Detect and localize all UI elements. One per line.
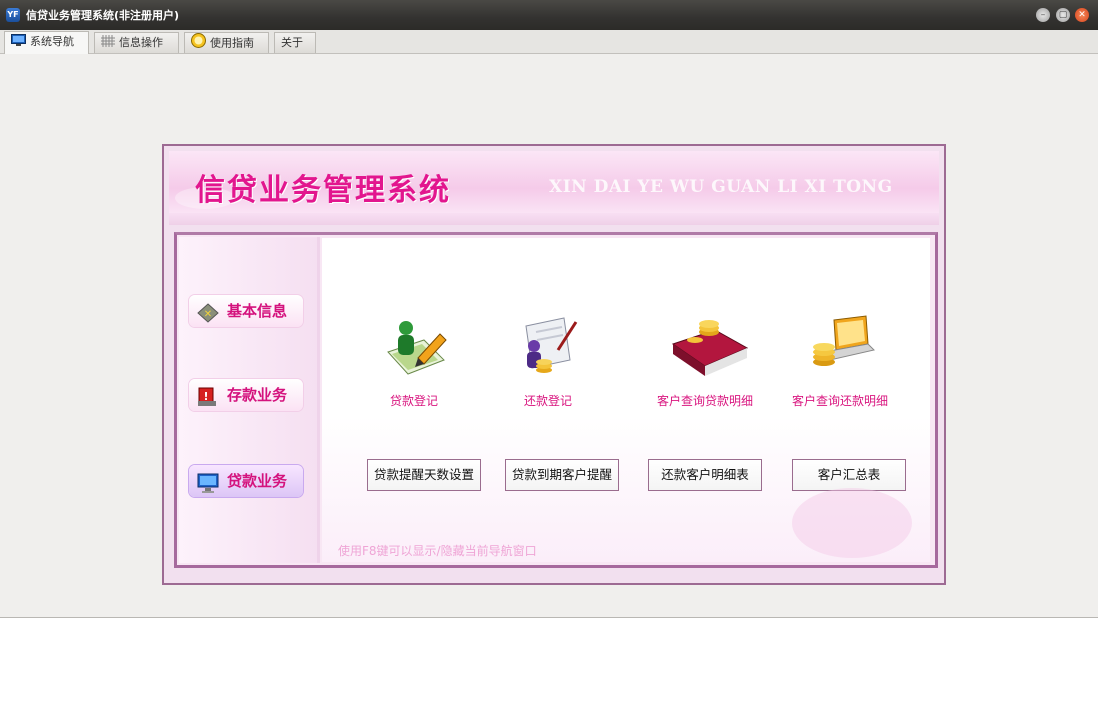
- tab-user-guide[interactable]: 使用指南: [184, 32, 269, 53]
- monitor-icon: [11, 33, 26, 52]
- f8-hint-text: 使用F8键可以显示/隐藏当前导航窗口: [338, 544, 537, 558]
- customer-summary-button[interactable]: 客户汇总表: [792, 459, 906, 491]
- repayment-register-item[interactable]: 还款登记: [483, 310, 613, 409]
- system-subtitle: XIN DAI YE WU GUAN LI XI TONG: [549, 177, 893, 197]
- function-label: 客户查询贷款明细: [656, 394, 753, 408]
- svg-text:!: !: [203, 390, 208, 403]
- content-area: 贷款登记 还款登记 客户查询贷款明细 客户查询还款明细 贷款提醒天数设置 贷款到…: [322, 238, 930, 562]
- lotus-decoration: [792, 488, 912, 558]
- repay-detail-icon[interactable]: [804, 310, 876, 382]
- app-logo-icon: YF: [6, 8, 20, 22]
- svg-text:✕: ✕: [204, 309, 212, 320]
- tab-system-nav[interactable]: 系统导航: [4, 31, 89, 54]
- tab-label: 使用指南: [210, 36, 254, 50]
- loan-register-item[interactable]: 贷款登记: [349, 310, 479, 409]
- function-label: 贷款登记: [389, 394, 438, 408]
- app-window: YF 信贷业务管理系统(非注册用户) – ▢ ✕ 系统导航 信息操作 使用指南 …: [0, 0, 1098, 618]
- sidebar-item-deposit[interactable]: ! 存款业务: [189, 379, 303, 411]
- tab-label: 系统导航: [30, 35, 74, 48]
- sidebar-item-loan[interactable]: 贷款业务: [189, 465, 303, 497]
- loan-reminder-days-button[interactable]: 贷款提醒天数设置: [367, 459, 481, 491]
- tab-bar: 系统导航 信息操作 使用指南 关于: [0, 30, 1098, 54]
- panel-header: 信贷业务管理系统 XIN DAI YE WU GUAN LI XI TONG: [169, 151, 939, 225]
- grid-icon: [101, 34, 115, 53]
- loan-due-reminder-button[interactable]: 贷款到期客户提醒: [505, 459, 619, 491]
- repayment-detail-button[interactable]: 还款客户明细表: [648, 459, 762, 491]
- minimize-button[interactable]: –: [1036, 8, 1050, 22]
- guide-icon: [191, 33, 206, 54]
- loan-detail-query-item[interactable]: 客户查询贷款明细: [640, 310, 770, 409]
- content-frame: ✕ 基本信息 ! 存款业务 贷款业务 贷款登记 还款登记 客户查询贷款明细 客户…: [174, 232, 938, 568]
- repayment-icon[interactable]: [512, 310, 584, 382]
- tab-about[interactable]: 关于: [274, 32, 316, 53]
- sidebar-item-label: 贷款业务: [227, 472, 288, 490]
- nav-panel: 信贷业务管理系统 XIN DAI YE WU GUAN LI XI TONG ✕…: [162, 144, 946, 585]
- loan-detail-icon[interactable]: [669, 310, 749, 382]
- tab-info-ops[interactable]: 信息操作: [94, 32, 179, 53]
- tab-label: 关于: [281, 36, 303, 49]
- diamond-icon: ✕: [197, 302, 219, 323]
- maximize-button[interactable]: ▢: [1056, 8, 1070, 22]
- repay-detail-query-item[interactable]: 客户查询还款明细: [775, 310, 905, 409]
- sidebar-item-label: 存款业务: [227, 386, 288, 404]
- sidebar: ✕ 基本信息 ! 存款业务 贷款业务: [179, 237, 320, 563]
- function-label: 还款登记: [523, 394, 572, 408]
- computer-icon: [197, 472, 219, 493]
- close-button[interactable]: ✕: [1075, 8, 1089, 22]
- title-bar: YF 信贷业务管理系统(非注册用户) – ▢ ✕: [0, 0, 1098, 30]
- alert-icon: !: [197, 386, 217, 406]
- sidebar-item-basic-info[interactable]: ✕ 基本信息: [189, 295, 303, 327]
- window-title: 信贷业务管理系统(非注册用户): [26, 9, 180, 22]
- tab-label: 信息操作: [119, 36, 163, 49]
- sidebar-item-label: 基本信息: [227, 302, 288, 320]
- register-icon[interactable]: [378, 310, 450, 382]
- system-title: 信贷业务管理系统: [195, 173, 451, 208]
- function-label: 客户查询还款明细: [791, 394, 888, 408]
